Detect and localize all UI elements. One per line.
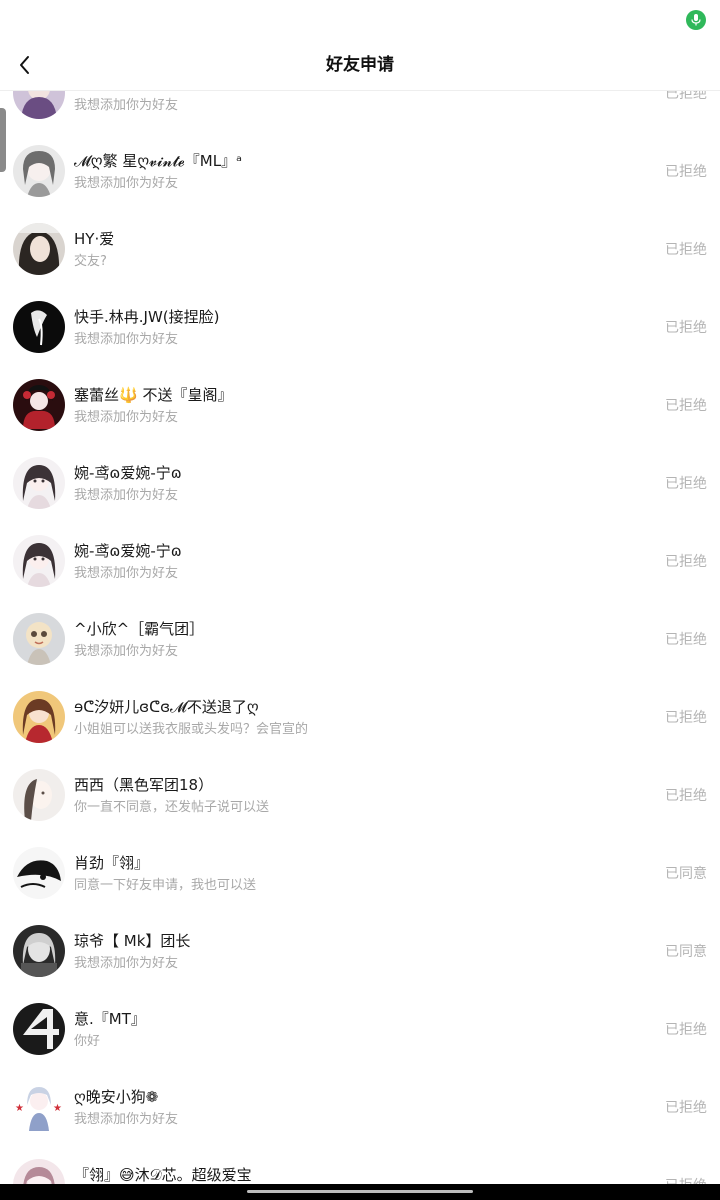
request-message: 我想添加你为好友 — [74, 956, 179, 971]
request-status: 已拒绝 — [665, 476, 707, 492]
friend-request-row[interactable]: 意.『MT』 你好 已拒绝 — [0, 990, 720, 1068]
avatar[interactable] — [13, 379, 65, 431]
request-status: 已拒绝 — [665, 164, 707, 180]
avatar[interactable] — [13, 925, 65, 977]
friend-request-row[interactable]: 快手.林冉.JW(接捏脸) 我想添加你为好友 已拒绝 — [0, 288, 720, 366]
requester-name: 快手.林冉.JW(接捏脸) — [74, 308, 220, 326]
avatar[interactable] — [13, 691, 65, 743]
requester-name: 婉-鸢ɷ爱婉-宁ɷ — [74, 464, 182, 482]
request-status: 已同意 — [665, 944, 707, 960]
microphone-indicator-icon — [686, 10, 706, 30]
requester-name: ^小欣^［霸气团］ — [74, 620, 205, 638]
friend-request-row[interactable]: HY·爱交友? 已拒绝 — [0, 210, 720, 288]
avatar[interactable] — [13, 535, 65, 587]
request-status: 已拒绝 — [665, 1175, 707, 1184]
request-status: 已拒绝 — [665, 1100, 707, 1116]
back-button[interactable] — [10, 50, 40, 80]
avatar[interactable] — [13, 301, 65, 353]
requester-name: 婉-鸢ɷ爱婉-宁ɷ — [74, 542, 182, 560]
request-status: 已拒绝 — [665, 554, 707, 570]
requester-name: 塞蕾丝🔱 不送『皇阁』 — [74, 386, 233, 404]
request-message: 我想添加你为好友 — [74, 332, 179, 347]
request-message: 我想添加你为好友 — [74, 410, 179, 425]
friend-request-row[interactable]: ★ ★ ღ晚安小狗❁ 我想添加你为好友 已拒绝 — [0, 1068, 720, 1146]
chevron-left-icon — [20, 56, 29, 74]
requester-name: 意.『MT』 — [74, 1010, 146, 1028]
request-status: 已拒绝 — [665, 788, 707, 804]
friend-request-row[interactable]: 琼爷【 Mk】团长 我想添加你为好友 已同意 — [0, 912, 720, 990]
status-bar — [0, 0, 720, 40]
requester-name: 『翎』😅沐𝒟芯。超级爱宝 — [74, 1166, 252, 1184]
requester-name: 肖劲『翎』 — [74, 854, 150, 872]
request-status: 已拒绝 — [665, 320, 707, 336]
request-message: 我想添加你为好友 — [74, 488, 179, 503]
avatar[interactable] — [13, 457, 65, 509]
request-message: 我想添加你为好友 — [74, 644, 179, 659]
avatar[interactable]: ★ ★ — [13, 1081, 65, 1133]
request-message: 你好 — [74, 1034, 101, 1049]
request-message: 同意一下好友申请，我也可以送 — [74, 878, 257, 893]
avatar[interactable] — [13, 145, 65, 197]
friend-request-row[interactable]: ^小欣^［霸气团］ 我想添加你为好友 已拒绝 — [0, 600, 720, 678]
avatar[interactable] — [13, 90, 65, 119]
request-message: 你一直不同意，还发帖子说可以送 — [74, 800, 270, 815]
friend-request-row[interactable]: 𝓜ღ繁 星ღ𝓿𝓲𝓷𝓽𝓮『ML』ᵃ 我想添加你为好友 已拒绝 — [0, 132, 720, 210]
avatar[interactable] — [13, 223, 65, 275]
avatar[interactable] — [13, 1003, 65, 1055]
friend-request-row[interactable]: (部分被遮挡)我想添加你为好友已拒绝 — [0, 90, 720, 132]
request-message: 我想添加你为好友 — [74, 1112, 179, 1127]
requester-name: HY·爱 — [74, 230, 115, 248]
friend-request-row[interactable]: 西西（黑色军团18） 你一直不同意，还发帖子说可以送 已拒绝 — [0, 756, 720, 834]
friend-request-row[interactable]: ɘᕦ汐妍儿ɞᕦɞ𝓜不送退了ღ 小姐姐可以送我衣服或头发吗？会官宣的 已拒绝 — [0, 678, 720, 756]
svg-text:★: ★ — [15, 1103, 24, 1114]
avatar[interactable] — [13, 769, 65, 821]
friend-requests-screen: 好友申请 (部分被遮挡)我想添加你为好友已拒绝𝓜ღ繁 星ღ𝓿𝓲𝓷𝓽𝓮『ML』ᵃ我… — [0, 0, 720, 1200]
avatar[interactable] — [13, 1159, 65, 1184]
friend-request-row[interactable]: 『翎』😅沐𝒟芯。超级爱宝已拒绝 — [0, 1146, 720, 1184]
friend-request-list-content: (部分被遮挡)我想添加你为好友已拒绝𝓜ღ繁 星ღ𝓿𝓲𝓷𝓽𝓮『ML』ᵃ我想添加你为… — [0, 90, 720, 1184]
friend-request-row[interactable]: 塞蕾丝🔱 不送『皇阁』 我想添加你为好友 已拒绝 — [0, 366, 720, 444]
request-status: 已拒绝 — [665, 398, 707, 414]
request-status: 已拒绝 — [665, 710, 707, 726]
requester-name: 琼爷【 Mk】团长 — [74, 932, 191, 950]
request-message: 交友? — [74, 254, 107, 269]
request-status: 已拒绝 — [665, 1022, 707, 1038]
request-message: 我想添加你为好友 — [74, 176, 179, 191]
avatar[interactable] — [13, 847, 65, 899]
svg-text:★: ★ — [53, 1103, 62, 1114]
request-message: 我想添加你为好友 — [74, 566, 179, 581]
home-indicator[interactable] — [247, 1190, 473, 1193]
navigation-bar: 好友申请 — [0, 40, 720, 91]
request-status: 已拒绝 — [665, 242, 707, 258]
side-drag-handle[interactable] — [0, 108, 6, 172]
requester-name: 𝓜ღ繁 星ღ𝓿𝓲𝓷𝓽𝓮『ML』ᵃ — [74, 152, 242, 170]
request-status: 已拒绝 — [665, 632, 707, 648]
requester-name: ɘᕦ汐妍儿ɞᕦɞ𝓜不送退了ღ — [74, 698, 259, 716]
friend-request-list[interactable]: (部分被遮挡)我想添加你为好友已拒绝𝓜ღ繁 星ღ𝓿𝓲𝓷𝓽𝓮『ML』ᵃ我想添加你为… — [0, 90, 720, 1184]
request-status: 已同意 — [665, 866, 707, 882]
request-message: 我想添加你为好友 — [74, 98, 179, 113]
request-message: 小姐姐可以送我衣服或头发吗？会官宣的 — [74, 722, 309, 737]
system-navigation-bar — [0, 1184, 720, 1200]
friend-request-row[interactable]: 婉-鸢ɷ爱婉-宁ɷ 我想添加你为好友 已拒绝 — [0, 444, 720, 522]
friend-request-row[interactable]: 肖劲『翎』同意一下好友申请，我也可以送 已同意 — [0, 834, 720, 912]
page-title: 好友申请 — [326, 55, 394, 75]
avatar[interactable] — [13, 613, 65, 665]
friend-request-row[interactable]: 婉-鸢ɷ爱婉-宁ɷ 我想添加你为好友 已拒绝 — [0, 522, 720, 600]
requester-name: ღ晚安小狗❁ — [74, 1088, 159, 1106]
requester-name: 西西（黑色军团18） — [74, 776, 214, 794]
request-status: 已拒绝 — [665, 90, 707, 102]
